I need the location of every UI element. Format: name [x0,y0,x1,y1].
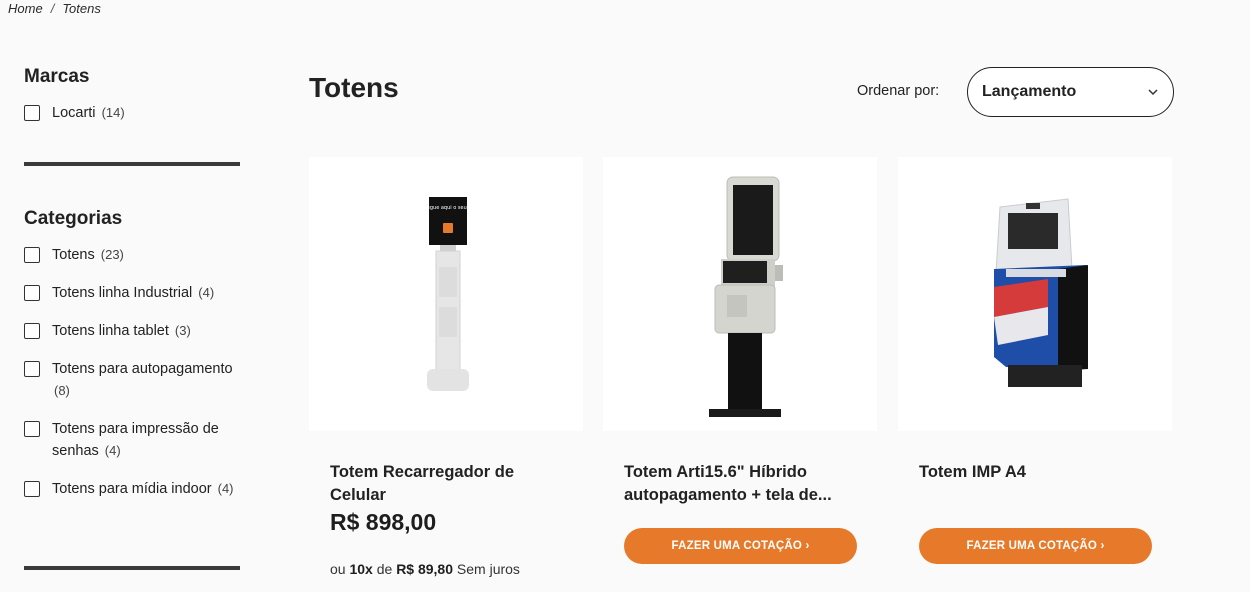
filter-sidebar: Marcas Locarti (14) Categorias Totens (2… [24,66,240,570]
filter-label: Totens para mídia indoor [52,481,212,497]
sort-value: Lançamento [982,83,1077,100]
filter-count: (23) [100,247,124,262]
checkbox[interactable] [24,421,40,437]
filter-count: (14) [101,105,125,120]
categories-filter: Categorias Totens (23) Totens linha Indu… [24,208,240,516]
category-filter-autopagamento[interactable]: Totens para autopagamento (8) [24,358,240,402]
breadcrumb: Home / Totens [8,1,101,16]
filter-label: Totens para impressão de senhas [52,421,219,459]
categories-title: Categorias [24,208,123,229]
category-filter-tablet[interactable]: Totens linha tablet (3) [24,320,240,342]
filter-count: (8) [54,383,70,398]
brands-title: Marcas [24,66,90,87]
category-filter-industrial[interactable]: Totens linha Industrial (4) [24,282,240,304]
checkbox[interactable] [24,323,40,339]
sort-label: Ordenar por: [857,83,940,99]
page-title: Totens [309,72,399,103]
filter-label: Totens linha Industrial [52,285,193,301]
breadcrumb-home[interactable]: Home [8,1,43,16]
product-name[interactable]: Totem Arti15.6" Híbrido autopagamento + … [624,461,859,507]
product-image[interactable] [898,157,1172,431]
product-price: R$ 898,00 [330,509,437,535]
category-filter-senhas[interactable]: Totens para impressão de senhas (4) [24,418,240,462]
breadcrumb-separator: / [50,1,55,16]
filter-count: (4) [198,285,215,300]
product-name[interactable]: Totem Recarregador de Celular [330,461,565,507]
brands-filter: Marcas Locarti (14) [24,66,240,166]
checkbox[interactable] [24,247,40,263]
chevron-down-icon [1147,85,1159,99]
category-filter-totens[interactable]: Totens (23) [24,244,240,266]
filter-label: Totens para autopagamento [52,361,233,377]
divider [24,566,240,570]
kiosk-screen-text: Recarregue aqui o seu celular [411,205,486,211]
brand-filter-locarti[interactable]: Locarti (14) [24,102,240,124]
product-image[interactable]: Recarregue aqui o seu celular [309,157,583,431]
product-card[interactable]: Totem IMP A4 FAZER UMA COTAÇÃO › [898,157,1172,592]
product-card[interactable]: Totem Arti15.6" Híbrido autopagamento + … [603,157,877,592]
filter-count: (4) [104,443,121,458]
filter-label: Totens [52,247,95,263]
quote-button[interactable]: FAZER UMA COTAÇÃO › [624,528,857,564]
filter-label: Locarti [52,105,96,121]
checkbox[interactable] [24,105,40,121]
checkbox[interactable] [24,481,40,497]
sort-select[interactable]: Lançamento [967,67,1174,117]
checkbox[interactable] [24,361,40,377]
divider [24,162,240,166]
checkbox[interactable] [24,285,40,301]
category-filter-midia-indoor[interactable]: Totens para mídia indoor (4) [24,478,240,500]
quote-button[interactable]: FAZER UMA COTAÇÃO › [919,528,1152,564]
filter-label: Totens linha tablet [52,323,169,339]
product-card[interactable]: Recarregue aqui o seu celular Totem Reca… [309,157,583,592]
filter-count: (4) [217,481,234,496]
product-name[interactable]: Totem IMP A4 [919,461,1154,484]
filter-count: (3) [174,323,191,338]
breadcrumb-current: Totens [62,1,101,16]
installment-info: ou 10x de R$ 89,80 Sem juros [330,561,520,577]
product-image[interactable] [603,157,877,431]
